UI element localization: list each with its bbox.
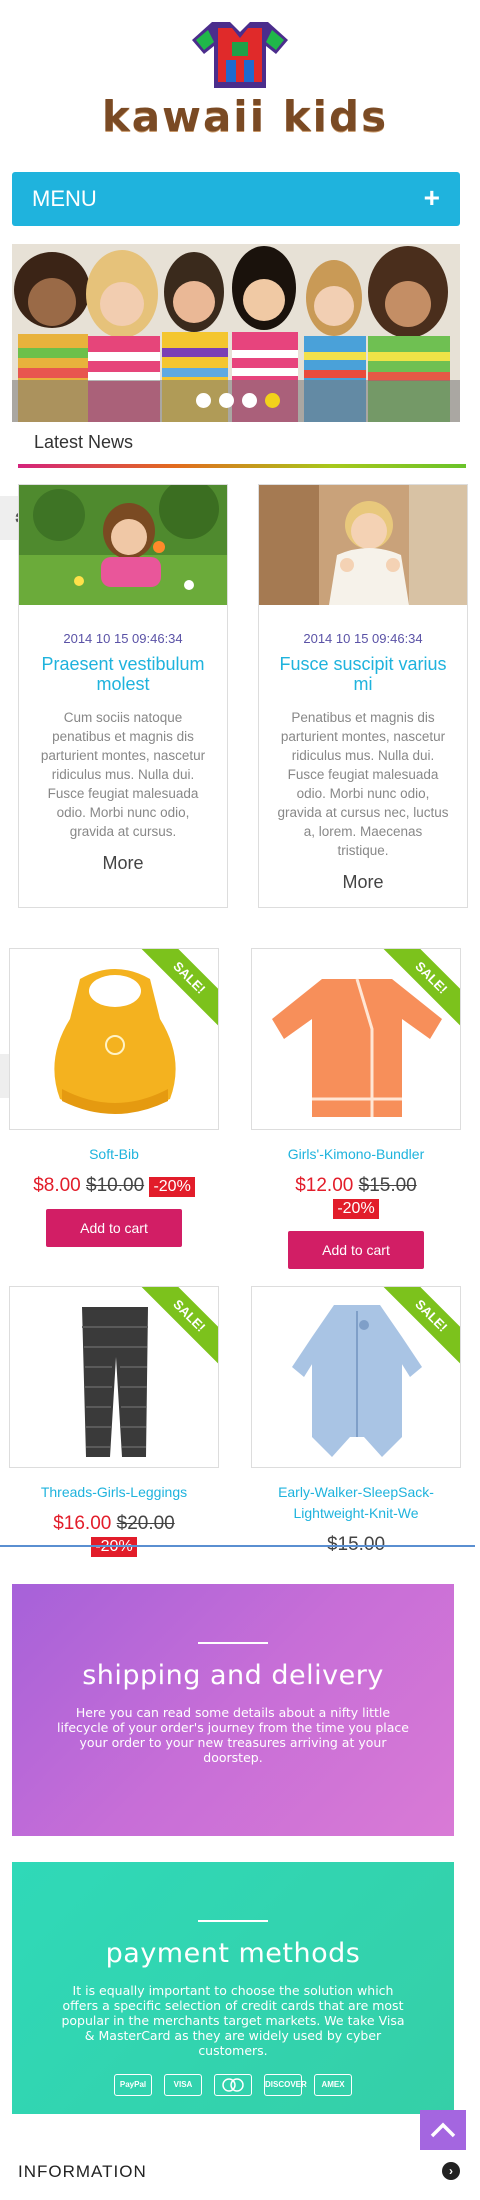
- price-old: $15.00: [358, 1175, 417, 1196]
- back-to-top-button[interactable]: [420, 2110, 466, 2150]
- information-label: INFORMATION: [18, 2162, 147, 2181]
- brand-name: kawaii kids: [101, 92, 389, 141]
- news-image[interactable]: [259, 485, 467, 605]
- price-current: $12.00: [295, 1175, 354, 1196]
- mastercard-icon: [214, 2074, 252, 2096]
- product-name-link[interactable]: Girls'-Kimono-Bundler: [246, 1144, 466, 1165]
- shipping-text: Here you can read some details about a n…: [57, 1705, 409, 1765]
- payment-card-icons: PayPal VISA DISCOVER AMEX: [12, 2074, 454, 2096]
- discover-icon: DISCOVER: [264, 2074, 307, 2096]
- circle-arrow-icon: ›: [442, 2162, 460, 2180]
- slider-dot-1[interactable]: [196, 393, 211, 408]
- news-title-link[interactable]: Fusce suscipit varius mi: [259, 654, 467, 694]
- information-section-toggle[interactable]: INFORMATION ›: [18, 2156, 460, 2188]
- news-excerpt: Penatibus et magnis dis parturient monte…: [277, 710, 449, 858]
- product-card: SALE! Threads-Girls-Leggings $16.00 $20.…: [4, 1286, 224, 1557]
- discount-badge: -20%: [91, 1537, 137, 1557]
- payment-text: It is equally important to choose the so…: [61, 1983, 405, 2058]
- product-image[interactable]: SALE!: [251, 1286, 461, 1468]
- product-price: $16.00 $20.00 -20%: [4, 1513, 224, 1557]
- hero-slider[interactable]: [12, 244, 460, 422]
- slider-dot-4[interactable]: [265, 393, 280, 408]
- news-card: 2014 10 15 09:46:34 Praesent vestibulum …: [18, 484, 228, 908]
- product-image[interactable]: SALE!: [9, 1286, 219, 1468]
- promo-rule: [198, 1642, 268, 1644]
- amex-icon: AMEX: [314, 2074, 352, 2096]
- add-to-cart-button[interactable]: Add to cart: [46, 1209, 182, 1247]
- product-card: SALE! Girls'-Kimono-Bundler $12.00 $15.0…: [246, 948, 466, 1269]
- price-current: $16.00: [53, 1513, 112, 1534]
- add-to-cart-button[interactable]: Add to cart: [288, 1231, 424, 1269]
- shipping-info-block: shipping and delivery Here you can read …: [12, 1584, 454, 1836]
- slider-dot-2[interactable]: [219, 393, 234, 408]
- product-card: SALE! Early-Walker-SleepSack-Lightweight…: [246, 1286, 466, 1556]
- news-image[interactable]: [19, 485, 227, 605]
- shipping-title: shipping and delivery: [82, 1660, 384, 1691]
- menu-label: MENU: [32, 186, 97, 211]
- discount-badge: -20%: [149, 1177, 195, 1197]
- price-current: $8.00: [33, 1175, 81, 1196]
- news-date: 2014 10 15 09:46:34: [63, 631, 183, 646]
- product-image[interactable]: SALE!: [251, 948, 461, 1130]
- news-card: 2014 10 15 09:46:34 Fusce suscipit variu…: [258, 484, 468, 908]
- paypal-icon: PayPal: [114, 2074, 152, 2096]
- product-image[interactable]: SALE!: [9, 948, 219, 1130]
- product-name-link[interactable]: Threads-Girls-Leggings: [4, 1482, 224, 1503]
- product-name-link[interactable]: Soft-Bib: [4, 1144, 224, 1165]
- page: kawaii kids MENU + Latest News 2014 10 1…: [0, 0, 480, 2200]
- product-name-link[interactable]: Early-Walker-SleepSack-Lightweight-Knit-…: [246, 1482, 466, 1524]
- news-more-link[interactable]: More: [259, 872, 467, 893]
- product-price: $8.00 $10.00 -20%: [4, 1175, 224, 1197]
- promo-rule: [198, 1920, 268, 1922]
- shirt-logo-icon: [192, 22, 288, 88]
- news-more-link[interactable]: More: [19, 853, 227, 874]
- price-old: $20.00: [116, 1513, 175, 1534]
- price-old: $10.00: [86, 1175, 145, 1196]
- news-heading-underline: [18, 464, 466, 468]
- section-divider: [0, 1545, 475, 1547]
- news-excerpt: Cum sociis natoque penatibus et magnis d…: [40, 710, 206, 839]
- latest-news-heading: Latest News: [34, 432, 134, 452]
- menu-toggle-bar[interactable]: MENU +: [12, 172, 460, 226]
- payment-title: payment methods: [105, 1938, 361, 1969]
- product-price: $12.00 $15.00 -20%: [246, 1175, 466, 1219]
- slider-dots: [196, 393, 280, 408]
- plus-icon[interactable]: +: [424, 182, 440, 214]
- site-logo[interactable]: kawaii kids: [0, 0, 480, 150]
- payment-info-block: payment methods It is equally important …: [12, 1862, 454, 2114]
- discount-badge: -20%: [333, 1199, 379, 1219]
- visa-icon: VISA: [164, 2074, 202, 2096]
- news-date: 2014 10 15 09:46:34: [303, 631, 423, 646]
- news-title-link[interactable]: Praesent vestibulum molest: [19, 654, 227, 694]
- product-card: SALE! Soft-Bib $8.00 $10.00 -20% Add to …: [4, 948, 224, 1247]
- slider-dot-3[interactable]: [242, 393, 257, 408]
- chevron-up-icon: [430, 2122, 456, 2138]
